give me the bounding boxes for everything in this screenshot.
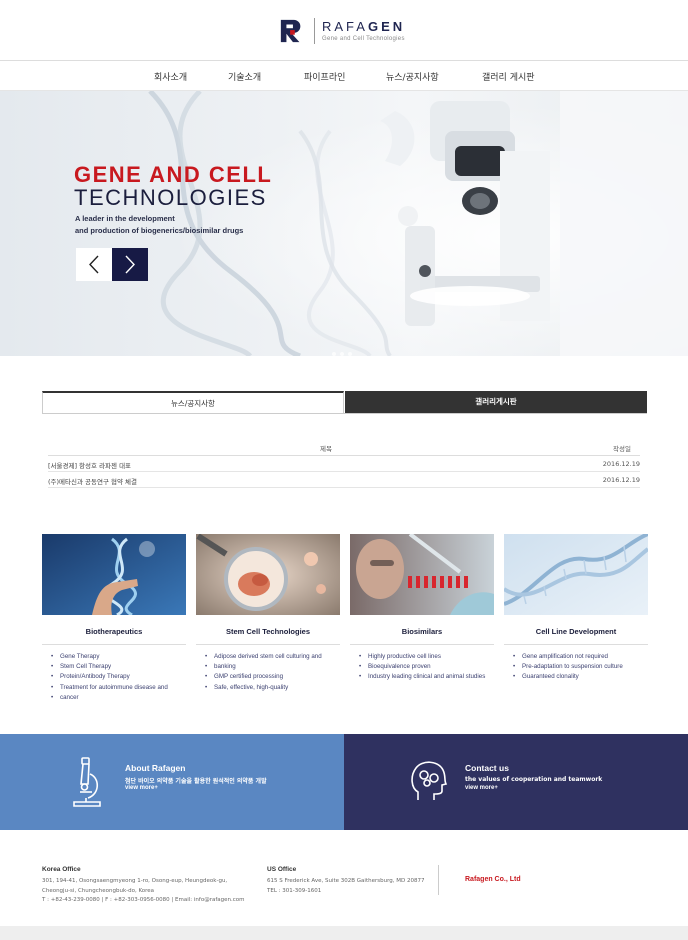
board-row-title[interactable]: (주)메타신과 공동연구 협약 체결 bbox=[48, 476, 137, 486]
about-title[interactable]: About Rafagen bbox=[125, 763, 185, 773]
about-banner[interactable]: About Rafagen 첨단 바이오 의약품 기술을 활용한 원석적인 의약… bbox=[0, 734, 344, 830]
board-row-title[interactable]: [서울경제] 항성호 라파젠 대표 bbox=[48, 460, 131, 470]
list-item: Pre-adaptation to suspension culture bbox=[510, 662, 650, 672]
contact-desc: the values of cooperation and teamwork bbox=[465, 776, 603, 783]
list-item: Industry leading clinical and animal stu… bbox=[356, 672, 500, 682]
card-divider bbox=[504, 644, 648, 645]
about-desc: 첨단 바이오 의약품 기술을 활용한 원석적인 의약품 개발 bbox=[125, 778, 267, 785]
hero-dot[interactable] bbox=[348, 352, 352, 356]
board-row-date: 2016.12.19 bbox=[602, 460, 640, 468]
list-item: Highly productive cell lines bbox=[356, 652, 500, 662]
hero-slider: GENE AND CELL TECHNOLOGIES A leader in t… bbox=[0, 91, 688, 356]
board-header-title: 제목 bbox=[320, 445, 332, 453]
microscope-icon bbox=[73, 757, 101, 807]
stem-cell-list: Adipose derived stem cell culturing and … bbox=[202, 652, 342, 693]
nav-item-pipeline[interactable]: 파이프라인 bbox=[304, 70, 345, 83]
tab-gallery[interactable]: 갤러리게시판 bbox=[345, 391, 647, 413]
biosimilars-image[interactable] bbox=[350, 534, 494, 615]
list-item: Gene Therapy bbox=[48, 652, 188, 662]
chevron-right-icon bbox=[125, 255, 135, 274]
list-item: Guaranteed clonality bbox=[510, 672, 650, 682]
korea-address-line2: Cheongju-si, Chungcheongbuk-do, Korea bbox=[42, 887, 155, 894]
card-title-stem-cell[interactable]: Stem Cell Technologies bbox=[196, 627, 340, 636]
stem-cell-image[interactable] bbox=[196, 534, 340, 615]
logo-wordmark[interactable]: RAFAGEN bbox=[322, 19, 405, 34]
list-item: Bioequivalence proven bbox=[356, 662, 500, 672]
hero-subtitle-line2: and production of biogenerics/biosimilar… bbox=[75, 226, 244, 235]
card-title-biosimilars[interactable]: Biosimilars bbox=[350, 627, 494, 636]
list-item: Protein/Antibody Therapy bbox=[48, 672, 188, 682]
hero-prev-button[interactable] bbox=[76, 248, 112, 281]
hero-subtitle-line1: A leader in the development bbox=[75, 214, 175, 223]
card-divider bbox=[350, 644, 494, 645]
hero-next-button[interactable] bbox=[112, 248, 148, 281]
list-item: cancer bbox=[48, 693, 188, 703]
biosimilars-list: Highly productive cell lines Bioequivale… bbox=[356, 652, 500, 683]
tab-divider bbox=[42, 413, 647, 414]
us-tel-line: TEL : 301-309-1601 bbox=[267, 887, 322, 894]
list-item: Safe, effective, high-quality bbox=[202, 683, 342, 693]
table-row[interactable]: [서울경제] 항성호 라파젠 대표 2016.12.19 bbox=[48, 456, 640, 472]
tab-news[interactable]: 뉴스/공지사항 bbox=[42, 391, 344, 413]
chevron-left-icon bbox=[89, 255, 99, 274]
about-view-more-link[interactable]: view more+ bbox=[125, 785, 158, 791]
list-item: banking bbox=[202, 662, 342, 672]
board-header-date: 작성일 bbox=[613, 445, 631, 453]
logo-divider bbox=[314, 18, 315, 44]
site-header: RAFAGEN Gene and Cell Technologies bbox=[0, 0, 688, 61]
nav-item-technology[interactable]: 기술소개 bbox=[228, 70, 261, 83]
nav-item-news[interactable]: 뉴스/공지사항 bbox=[386, 70, 439, 83]
us-address-line1: 615 S Frederick Ave, Suite 302B Gaithers… bbox=[267, 878, 425, 884]
biotherapeutics-list: Gene Therapy Stem Cell Therapy Protein/A… bbox=[48, 652, 188, 703]
footer-divider bbox=[438, 865, 439, 895]
footer-bottom-bar bbox=[0, 926, 688, 940]
hand-dna-image bbox=[42, 534, 186, 615]
hero-title-line2: TECHNOLOGIES bbox=[74, 185, 267, 210]
nav-item-gallery[interactable]: 갤러리 게시판 bbox=[482, 70, 535, 83]
list-item: Adipose derived stem cell culturing and bbox=[202, 652, 342, 662]
korea-address-line1: 301, 194-41, Osongsaengmyeong 1-ro, Oson… bbox=[42, 878, 228, 884]
footer-company-name: Rafagen Co., Ltd bbox=[465, 876, 521, 883]
hero-pagination bbox=[330, 341, 354, 356]
list-item: Gene amplification not required bbox=[510, 652, 650, 662]
korea-contact-line: T : +82-43-239-0080 | F : +82-303-0956-0… bbox=[42, 897, 245, 903]
rafagen-logo-icon[interactable] bbox=[279, 18, 305, 44]
card-divider bbox=[42, 644, 186, 645]
us-office-address: 615 S Frederick Ave, Suite 302B Gaithers… bbox=[267, 877, 424, 896]
main-nav: 회사소개 기술소개 파이프라인 뉴스/공지사항 갤러리 게시판 bbox=[0, 61, 688, 91]
hero-dot[interactable] bbox=[340, 352, 344, 356]
card-divider bbox=[196, 644, 340, 645]
hero-subtitle: A leader in the development and producti… bbox=[75, 213, 243, 237]
card-title-cell-line[interactable]: Cell Line Development bbox=[504, 627, 648, 636]
list-item: Stem Cell Therapy bbox=[48, 662, 188, 672]
us-office-title: US Office bbox=[267, 866, 297, 873]
logo-tagline: Gene and Cell Technologies bbox=[322, 36, 405, 42]
cell-line-image[interactable] bbox=[504, 534, 648, 615]
korea-office-address: 301, 194-41, Osongsaengmyeong 1-ro, Oson… bbox=[42, 877, 245, 906]
dna-helix-image bbox=[504, 534, 648, 615]
contact-title[interactable]: Contact us bbox=[465, 763, 509, 773]
scientist-pipette-image bbox=[350, 534, 494, 615]
contact-banner[interactable]: Contact us the values of cooperation and… bbox=[344, 734, 688, 830]
cell-line-list: Gene amplification not required Pre-adap… bbox=[510, 652, 650, 683]
biotherapeutics-image[interactable] bbox=[42, 534, 186, 615]
head-gears-icon bbox=[411, 761, 448, 800]
list-item: GMP certified processing bbox=[202, 672, 342, 682]
table-row[interactable]: (주)메타신과 공동연구 협약 체결 2016.12.19 bbox=[48, 472, 640, 488]
board-row-date: 2016.12.19 bbox=[602, 476, 640, 484]
nav-item-company[interactable]: 회사소개 bbox=[154, 70, 187, 83]
contact-view-more-link[interactable]: view more+ bbox=[465, 785, 498, 791]
hero-dot[interactable] bbox=[332, 352, 336, 356]
korea-office-title: Korea Office bbox=[42, 866, 81, 873]
magnifier-cells-image bbox=[196, 534, 340, 615]
card-title-biotherapeutics[interactable]: Biotherapeutics bbox=[42, 627, 186, 636]
list-item: Treatment for autoimmune disease and bbox=[48, 683, 188, 693]
